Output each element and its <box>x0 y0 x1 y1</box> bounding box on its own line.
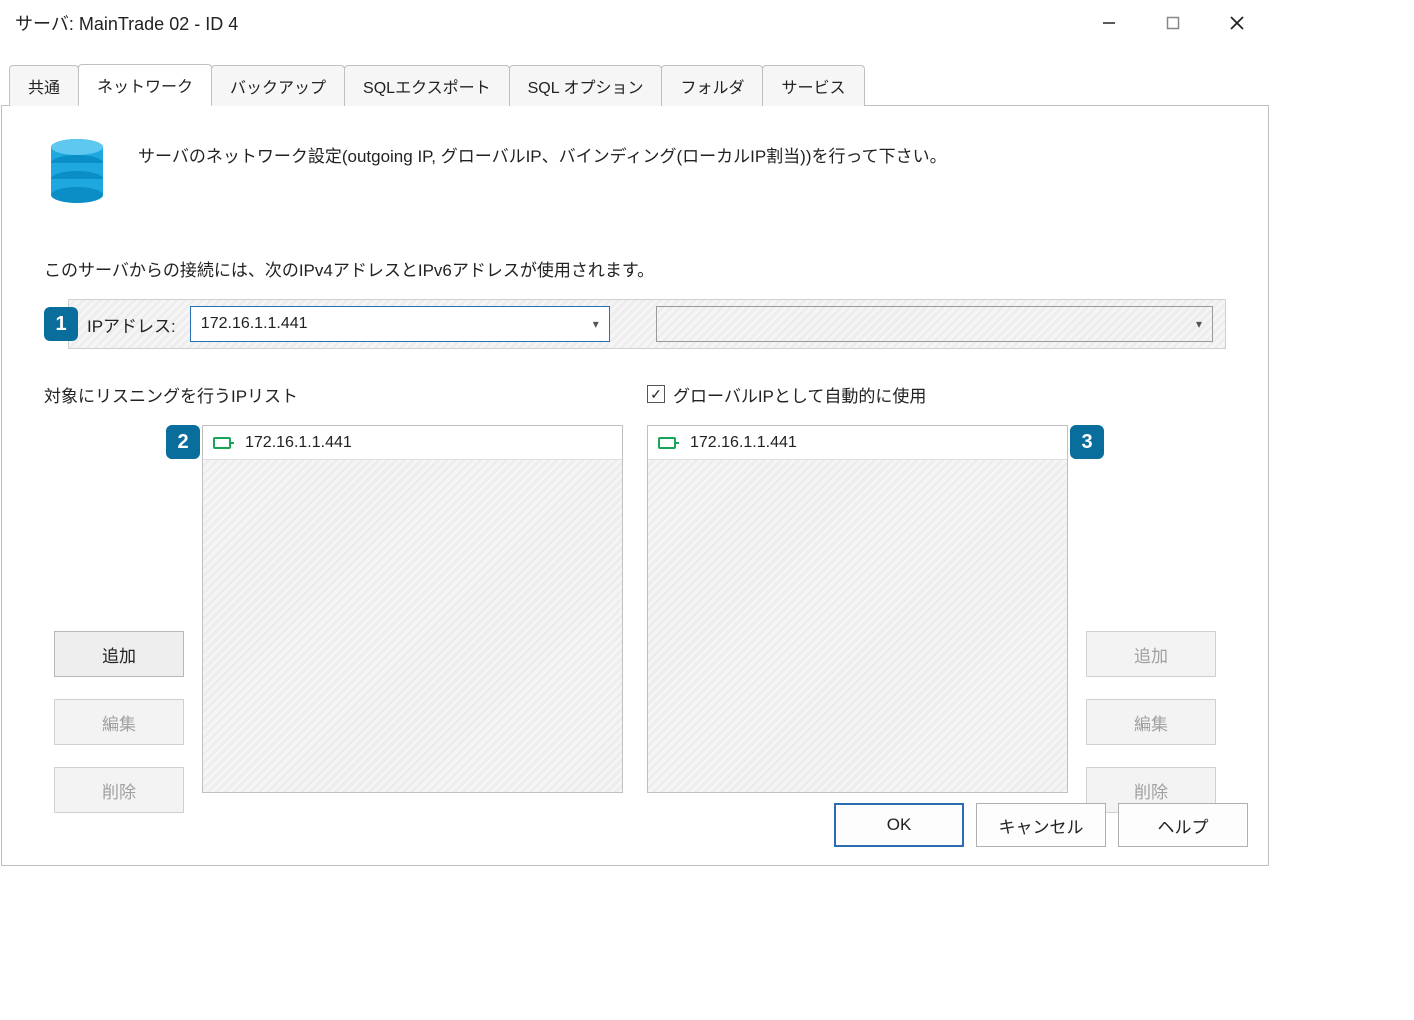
tab-common[interactable]: 共通 <box>9 65 79 106</box>
cancel-button[interactable]: キャンセル <box>976 803 1106 847</box>
help-button[interactable]: ヘルプ <box>1118 803 1248 847</box>
server-icon <box>44 134 110 214</box>
close-button[interactable] <box>1205 1 1269 45</box>
tab-sqloption[interactable]: SQL オプション <box>509 65 663 106</box>
chevron-down-icon: ▾ <box>593 317 599 331</box>
tab-service[interactable]: サービス <box>762 65 864 106</box>
chevron-down-icon: ▾ <box>1196 317 1202 331</box>
ip-intro-text: このサーバからの接続には、次のIPv4アドレスとIPv6アドレスが使用されます。 <box>44 256 1226 281</box>
maximize-button[interactable] <box>1141 1 1205 45</box>
ipv6-combo[interactable]: ▾ <box>656 306 1213 342</box>
tab-folder[interactable]: フォルダ <box>661 65 763 106</box>
global-ip-listbox[interactable]: 172.16.1.1.441 <box>647 425 1068 793</box>
left-delete-button[interactable]: 削除 <box>54 767 184 813</box>
description-text: サーバのネットワーク設定(outgoing IP, グローバルIP、バインディン… <box>138 134 947 167</box>
ip-address-row: 1 IPアドレス: 172.16.1.1.441 ▾ ▾ <box>44 299 1226 349</box>
tab-network[interactable]: ネットワーク <box>78 64 212 106</box>
window: サーバ: MainTrade 02 - ID 4 共通 ネットワーク バックアッ… <box>0 0 1270 867</box>
left-add-button[interactable]: 追加 <box>54 631 184 677</box>
minimize-button[interactable] <box>1077 1 1141 45</box>
tab-content: サーバのネットワーク設定(outgoing IP, グローバルIP、バインディン… <box>1 106 1269 866</box>
lists-row: 対象にリスニングを行うIPリスト 2 追加 編集 削除 <box>44 381 1226 813</box>
auto-global-ip-label: グローバルIPとして自動的に使用 <box>673 382 926 407</box>
list-item-label: 172.16.1.1.441 <box>245 434 352 452</box>
badge-2: 2 <box>166 425 200 459</box>
global-ip-header: ✓ グローバルIPとして自動的に使用 <box>647 381 1226 407</box>
network-adapter-icon <box>213 435 235 451</box>
ok-button[interactable]: OK <box>834 803 964 847</box>
badge-1: 1 <box>44 307 78 341</box>
ip-row-panel: IPアドレス: 172.16.1.1.441 ▾ ▾ <box>68 299 1226 349</box>
list-item[interactable]: 172.16.1.1.441 <box>648 426 1067 460</box>
titlebar: サーバ: MainTrade 02 - ID 4 <box>1 1 1269 45</box>
tab-bar: 共通 ネットワーク バックアップ SQLエクスポート SQL オプション フォル… <box>1 63 1269 106</box>
ipv4-value: 172.16.1.1.441 <box>201 315 308 333</box>
list-item[interactable]: 172.16.1.1.441 <box>203 426 622 460</box>
left-side-column: 2 追加 編集 削除 <box>44 425 194 813</box>
badge-3: 3 <box>1070 425 1104 459</box>
ipv4-combo[interactable]: 172.16.1.1.441 ▾ <box>190 306 610 342</box>
window-title: サーバ: MainTrade 02 - ID 4 <box>15 10 238 36</box>
auto-global-ip-checkbox[interactable]: ✓ <box>647 385 665 403</box>
right-edit-button[interactable]: 編集 <box>1086 699 1216 745</box>
listening-ip-listbox[interactable]: 172.16.1.1.441 <box>202 425 623 793</box>
global-ip-column: ✓ グローバルIPとして自動的に使用 172.16.1.1.441 3 <box>647 381 1226 813</box>
listening-ip-title: 対象にリスニングを行うIPリスト <box>44 381 623 407</box>
right-side-column: 3 追加 編集 削除 <box>1076 425 1226 813</box>
tab-backup[interactable]: バックアップ <box>211 65 345 106</box>
dialog-buttons: OK キャンセル ヘルプ <box>834 803 1248 847</box>
header-row: サーバのネットワーク設定(outgoing IP, グローバルIP、バインディン… <box>44 134 1226 214</box>
window-controls <box>1077 1 1269 45</box>
left-edit-button[interactable]: 編集 <box>54 699 184 745</box>
network-adapter-icon <box>658 435 680 451</box>
tab-sqlexport[interactable]: SQLエクスポート <box>344 65 510 106</box>
list-item-label: 172.16.1.1.441 <box>690 434 797 452</box>
right-add-button[interactable]: 追加 <box>1086 631 1216 677</box>
listening-ip-column: 対象にリスニングを行うIPリスト 2 追加 編集 削除 <box>44 381 623 813</box>
ip-address-label: IPアドレス: <box>87 312 176 337</box>
